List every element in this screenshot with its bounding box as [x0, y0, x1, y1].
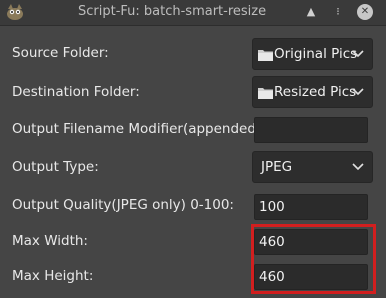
highlight-box — [251, 224, 376, 294]
close-icon[interactable]: ✕ — [357, 4, 373, 20]
output-quality-value: 100 — [259, 199, 285, 215]
chevron-down-icon — [352, 50, 364, 58]
filename-modifier-label: Output Filename Modifier(appended): — [12, 121, 266, 137]
source-folder-value: Original Pics — [274, 46, 358, 62]
output-quality-input[interactable]: 100 — [254, 194, 368, 220]
chevron-down-icon — [352, 163, 364, 171]
filename-modifier-input[interactable] — [254, 117, 368, 143]
output-type-value: JPEG — [261, 159, 293, 175]
max-height-label: Max Height: — [12, 268, 94, 284]
chevron-down-icon — [352, 88, 364, 96]
dots-icon[interactable]: ⁝ — [330, 4, 346, 20]
max-width-label: Max Width: — [12, 233, 88, 249]
source-folder-chooser[interactable]: Original Pics — [252, 38, 373, 70]
folder-icon — [258, 88, 273, 99]
title-bar[interactable]: Script-Fu: batch-smart-resize ▲ ⁝ ✕ — [0, 0, 386, 26]
gimp-app-icon — [7, 4, 23, 20]
window-title: Script-Fu: batch-smart-resize — [78, 4, 267, 19]
folder-icon — [258, 50, 273, 61]
destination-folder-label: Destination Folder: — [12, 84, 140, 100]
triangle-up-icon[interactable]: ▲ — [303, 4, 319, 20]
output-quality-label: Output Quality(JPEG only) 0-100: — [12, 197, 234, 213]
output-type-select[interactable]: JPEG — [252, 151, 373, 183]
source-folder-label: Source Folder: — [12, 45, 109, 61]
destination-folder-chooser[interactable]: Resized Pics — [252, 76, 373, 108]
destination-folder-value: Resized Pics — [274, 84, 357, 100]
output-type-label: Output Type: — [12, 159, 99, 175]
